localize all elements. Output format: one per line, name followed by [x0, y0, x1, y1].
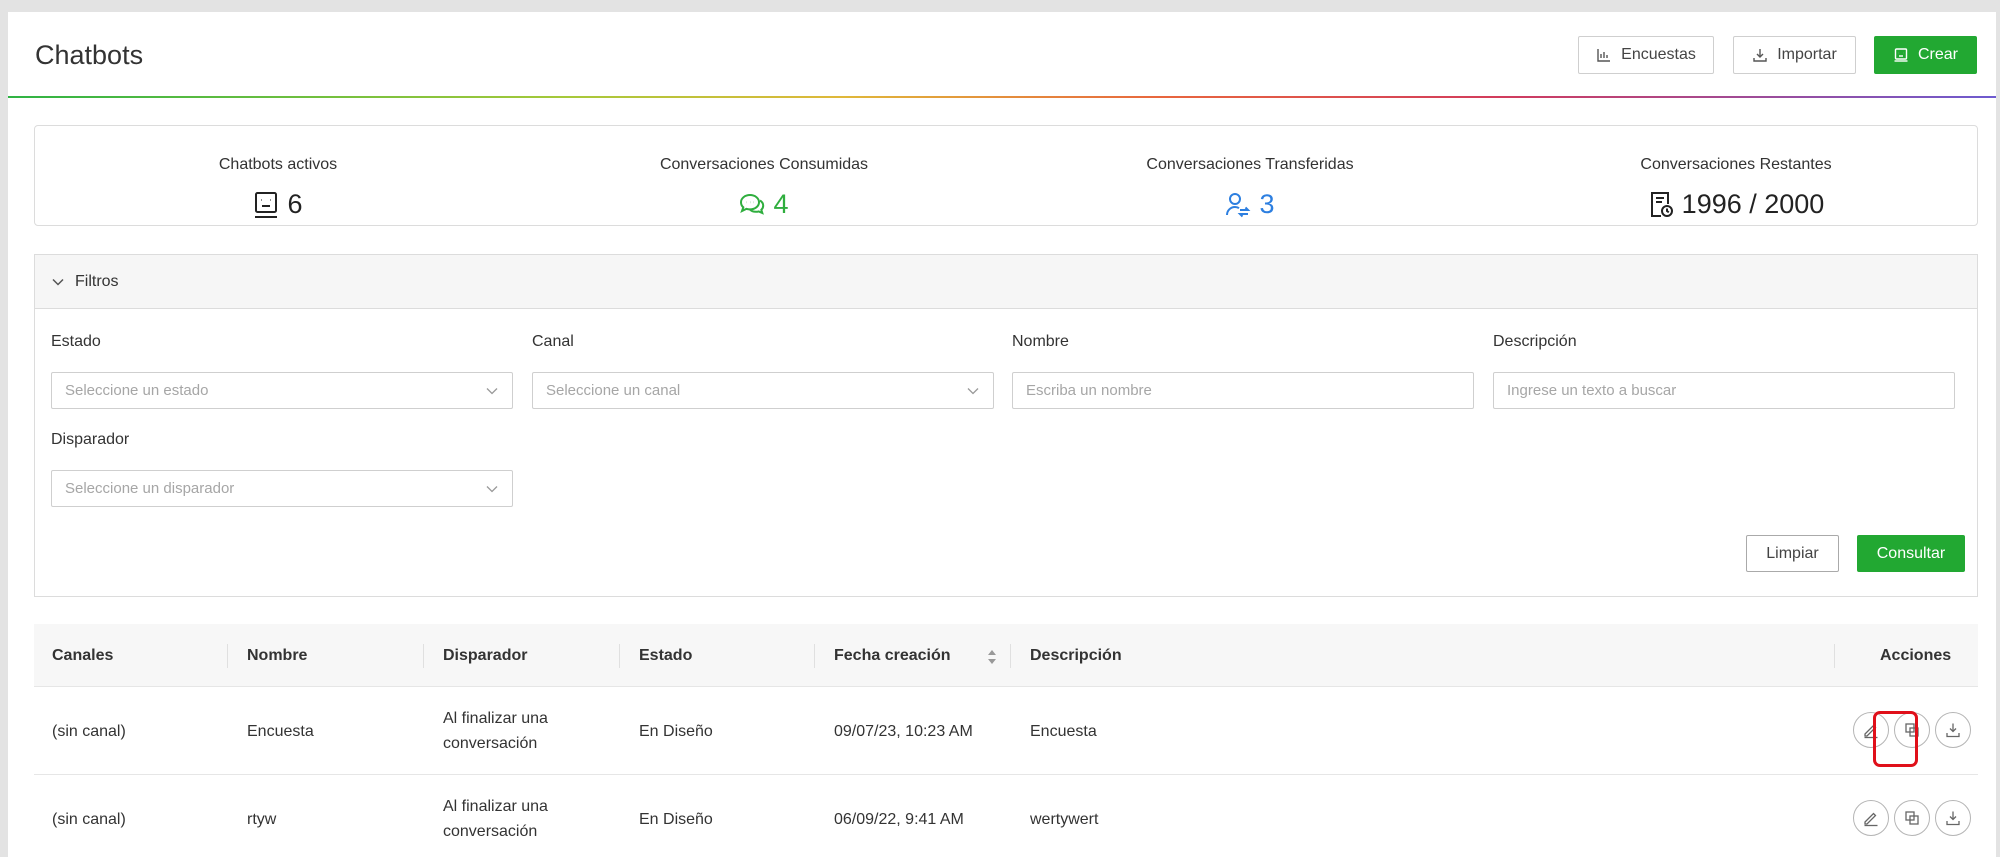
column-header-descripcion[interactable]: Descripción — [1030, 624, 1122, 687]
download-icon — [1946, 723, 1960, 738]
column-header-acciones: Acciones — [1880, 646, 1952, 664]
copy-icon — [1905, 811, 1919, 825]
cell-nombre: Encuesta — [247, 722, 314, 740]
page-title: Chatbots — [35, 40, 144, 70]
nombre-label: Nombre — [1012, 333, 1069, 350]
crear-button[interactable]: Crear — [1874, 36, 1977, 74]
chevron-down-icon — [486, 485, 498, 492]
stat-conversaciones-consumidas: Conversaciones Consumidas 4 — [521, 126, 1007, 227]
robot-icon — [255, 191, 278, 218]
pencil-icon — [1864, 812, 1878, 827]
estado-label: Estado — [51, 333, 101, 350]
estado-select[interactable]: Seleccione un estado — [51, 372, 513, 409]
document-clock-icon — [1650, 191, 1673, 217]
cell-nombre: rtyw — [247, 810, 277, 828]
column-header-estado[interactable]: Estado — [639, 624, 692, 687]
descripcion-input[interactable] — [1493, 372, 1955, 409]
encuestas-label: Encuestas — [1621, 46, 1696, 63]
robot-icon — [1894, 48, 1908, 62]
cell-canal: (sin canal) — [52, 722, 126, 740]
download-icon — [1946, 811, 1960, 826]
consultar-button[interactable]: Consultar — [1857, 535, 1965, 572]
crear-label: Crear — [1917, 46, 1958, 63]
filters-toggle[interactable]: Filtros — [35, 255, 1977, 309]
download-icon — [1753, 49, 1767, 62]
cell-estado: En Diseño — [639, 722, 713, 740]
column-divider — [814, 644, 815, 668]
stat-chatbots-activos: Chatbots activos 6 — [35, 126, 521, 227]
canal-select[interactable]: Seleccione un canal — [532, 372, 994, 409]
chevron-down-icon — [486, 387, 498, 394]
column-divider — [619, 644, 620, 668]
download-button[interactable] — [1935, 800, 1971, 836]
canal-placeholder: Seleccione un canal — [546, 382, 681, 399]
stat-label: Conversaciones Transferidas — [1146, 156, 1354, 173]
cell-fecha: 09/07/23, 10:23 AM — [834, 722, 973, 740]
stat-value-row: 3 — [1007, 189, 1493, 220]
table-row: (sin canal) rtyw Al finalizar una conver… — [34, 775, 1978, 857]
chevron-down-icon — [967, 387, 979, 394]
disparador-label: Disparador — [51, 431, 130, 448]
user-transfer-icon — [1226, 192, 1251, 217]
column-divider — [423, 644, 424, 668]
cell-fecha: 06/09/22, 9:41 AM — [834, 810, 964, 828]
cell-canal: (sin canal) — [52, 810, 126, 828]
disparador-select[interactable]: Seleccione un disparador — [51, 470, 513, 507]
chat-bubbles-icon — [740, 193, 765, 215]
canal-label: Canal — [532, 333, 574, 350]
importar-button[interactable]: Importar — [1733, 36, 1856, 74]
column-divider — [1010, 644, 1011, 668]
stats-card: Chatbots activos 6 Conversaciones Consum… — [34, 125, 1978, 226]
encuestas-button[interactable]: Encuestas — [1578, 36, 1714, 74]
stat-value: 4 — [773, 189, 789, 219]
stat-label: Conversaciones Restantes — [1640, 156, 1832, 173]
disparador-placeholder: Seleccione un disparador — [65, 480, 235, 497]
estado-placeholder: Seleccione un estado — [65, 382, 209, 399]
column-header-canales[interactable]: Canales — [52, 624, 113, 687]
sort-icon[interactable] — [986, 648, 998, 666]
cell-disparador: Al finalizar una conversación — [443, 710, 548, 752]
cell-descripcion: wertywert — [1030, 810, 1099, 828]
stat-value: 6 — [287, 189, 303, 219]
download-button[interactable] — [1935, 712, 1971, 748]
importar-label: Importar — [1777, 46, 1837, 63]
column-header-nombre[interactable]: Nombre — [247, 624, 307, 687]
stat-conversaciones-transferidas: Conversaciones Transferidas 3 — [1007, 126, 1493, 227]
nombre-input[interactable] — [1012, 372, 1474, 409]
filters-title: Filtros — [75, 272, 119, 290]
limpiar-button[interactable]: Limpiar — [1746, 535, 1839, 572]
stat-value-row: 6 — [35, 189, 521, 220]
bar-chart-icon — [1597, 49, 1611, 62]
stat-value: 3 — [1259, 189, 1275, 219]
cell-estado: En Diseño — [639, 810, 713, 828]
stat-label: Chatbots activos — [218, 156, 338, 173]
table-row: (sin canal) Encuesta Al finalizar una co… — [34, 687, 1978, 775]
column-divider — [1834, 644, 1835, 668]
duplicate-button-highlight — [1873, 711, 1918, 767]
page-header: Chatbots Encuestas Importar Crear — [8, 12, 1996, 96]
table-header: Canales Nombre Disparador Estado Fecha c… — [34, 624, 1978, 687]
stat-conversaciones-restantes: Conversaciones Restantes 1996 / 2000 — [1493, 126, 1979, 227]
stat-value-row: 1996 / 2000 — [1493, 189, 1979, 220]
cell-disparador: Al finalizar una conversación — [443, 798, 548, 840]
descripcion-label: Descripción — [1493, 333, 1577, 350]
stat-value-row: 4 — [521, 189, 1007, 220]
chatbots-page: Chatbots Encuestas Importar Crear Chatbo… — [8, 12, 1996, 857]
filters-panel: Filtros Estado Seleccione un estado Cana… — [34, 254, 1978, 597]
column-header-disparador[interactable]: Disparador — [443, 624, 527, 687]
column-divider — [227, 644, 228, 668]
stat-value: 1996 / 2000 — [1681, 189, 1825, 219]
chevron-down-icon — [52, 278, 64, 286]
duplicate-button[interactable] — [1894, 800, 1930, 836]
column-header-fecha-creacion[interactable]: Fecha creación — [834, 624, 951, 687]
stat-label: Conversaciones Consumidas — [659, 156, 869, 173]
edit-button[interactable] — [1853, 800, 1889, 836]
cell-descripcion: Encuesta — [1030, 722, 1097, 740]
header-divider — [8, 96, 1996, 98]
